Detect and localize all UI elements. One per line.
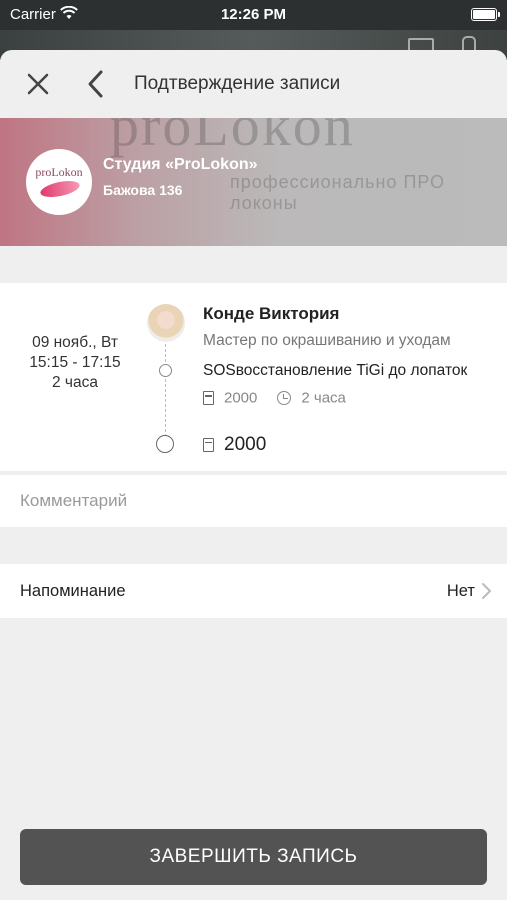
reminder-value: Нет — [446, 582, 475, 600]
total-price-icon — [203, 437, 214, 452]
clock-icon — [277, 391, 292, 406]
timeline-line — [165, 344, 166, 437]
studio-address: Бажова 136 — [103, 182, 183, 198]
close-icon[interactable] — [20, 66, 56, 102]
appointment-date: 09 нояб., Вт — [32, 334, 118, 351]
battery-icon — [471, 8, 500, 21]
reminder-row[interactable]: Напоминание Нет — [0, 564, 507, 618]
comment-field[interactable] — [0, 475, 507, 527]
price-icon — [203, 391, 214, 406]
status-time: 12:26 PM — [220, 6, 287, 23]
service-name: SOSвосстановление TiGi до лопаток — [203, 362, 468, 379]
service-details: 2000 2 часа — [203, 389, 346, 407]
nav-bar: Подтверждение записи — [0, 50, 507, 118]
status-bar: Carrier 12:26 PM — [0, 0, 507, 30]
master-name: Конде Виктория — [203, 304, 340, 323]
service-price: 2000 — [224, 389, 258, 407]
appointment-duration: 2 часа — [52, 374, 98, 391]
confirmation-sheet: Подтверждение записи proLokon профессион… — [0, 50, 507, 900]
comment-input[interactable] — [20, 488, 480, 514]
studio-banner[interactable]: proLokon профессионально ПРО локоны proL… — [0, 118, 507, 246]
back-icon[interactable] — [80, 66, 112, 102]
chevron-right-icon — [479, 582, 495, 600]
studio-logo: proLokon — [26, 149, 92, 215]
logo-brush-stroke — [38, 177, 82, 201]
finish-booking-button[interactable]: ЗАВЕРШИТЬ ЗАПИСЬ — [20, 829, 487, 885]
page-title: Подтверждение записи — [134, 73, 341, 94]
total-row: 2000 — [203, 434, 266, 456]
timeline-service-dot — [159, 364, 172, 377]
timeline-total-dot — [156, 435, 174, 453]
master-role: Мастер по окрашиванию и уходам — [203, 332, 451, 349]
reminder-label: Напоминание — [20, 582, 126, 600]
studio-name: Студия «ProLokon» — [103, 156, 258, 173]
appointment-datetime: 09 нояб., Вт 15:15 - 17:15 2 часа — [20, 333, 130, 393]
appointment-time: 15:15 - 17:15 — [29, 354, 121, 371]
master-avatar — [147, 304, 185, 342]
logo-text: proLokon — [35, 165, 83, 179]
service-duration: 2 часа — [301, 389, 346, 407]
appointment-card: 09 нояб., Вт 15:15 - 17:15 2 часа Конде … — [0, 283, 507, 471]
total-price: 2000 — [224, 434, 267, 455]
